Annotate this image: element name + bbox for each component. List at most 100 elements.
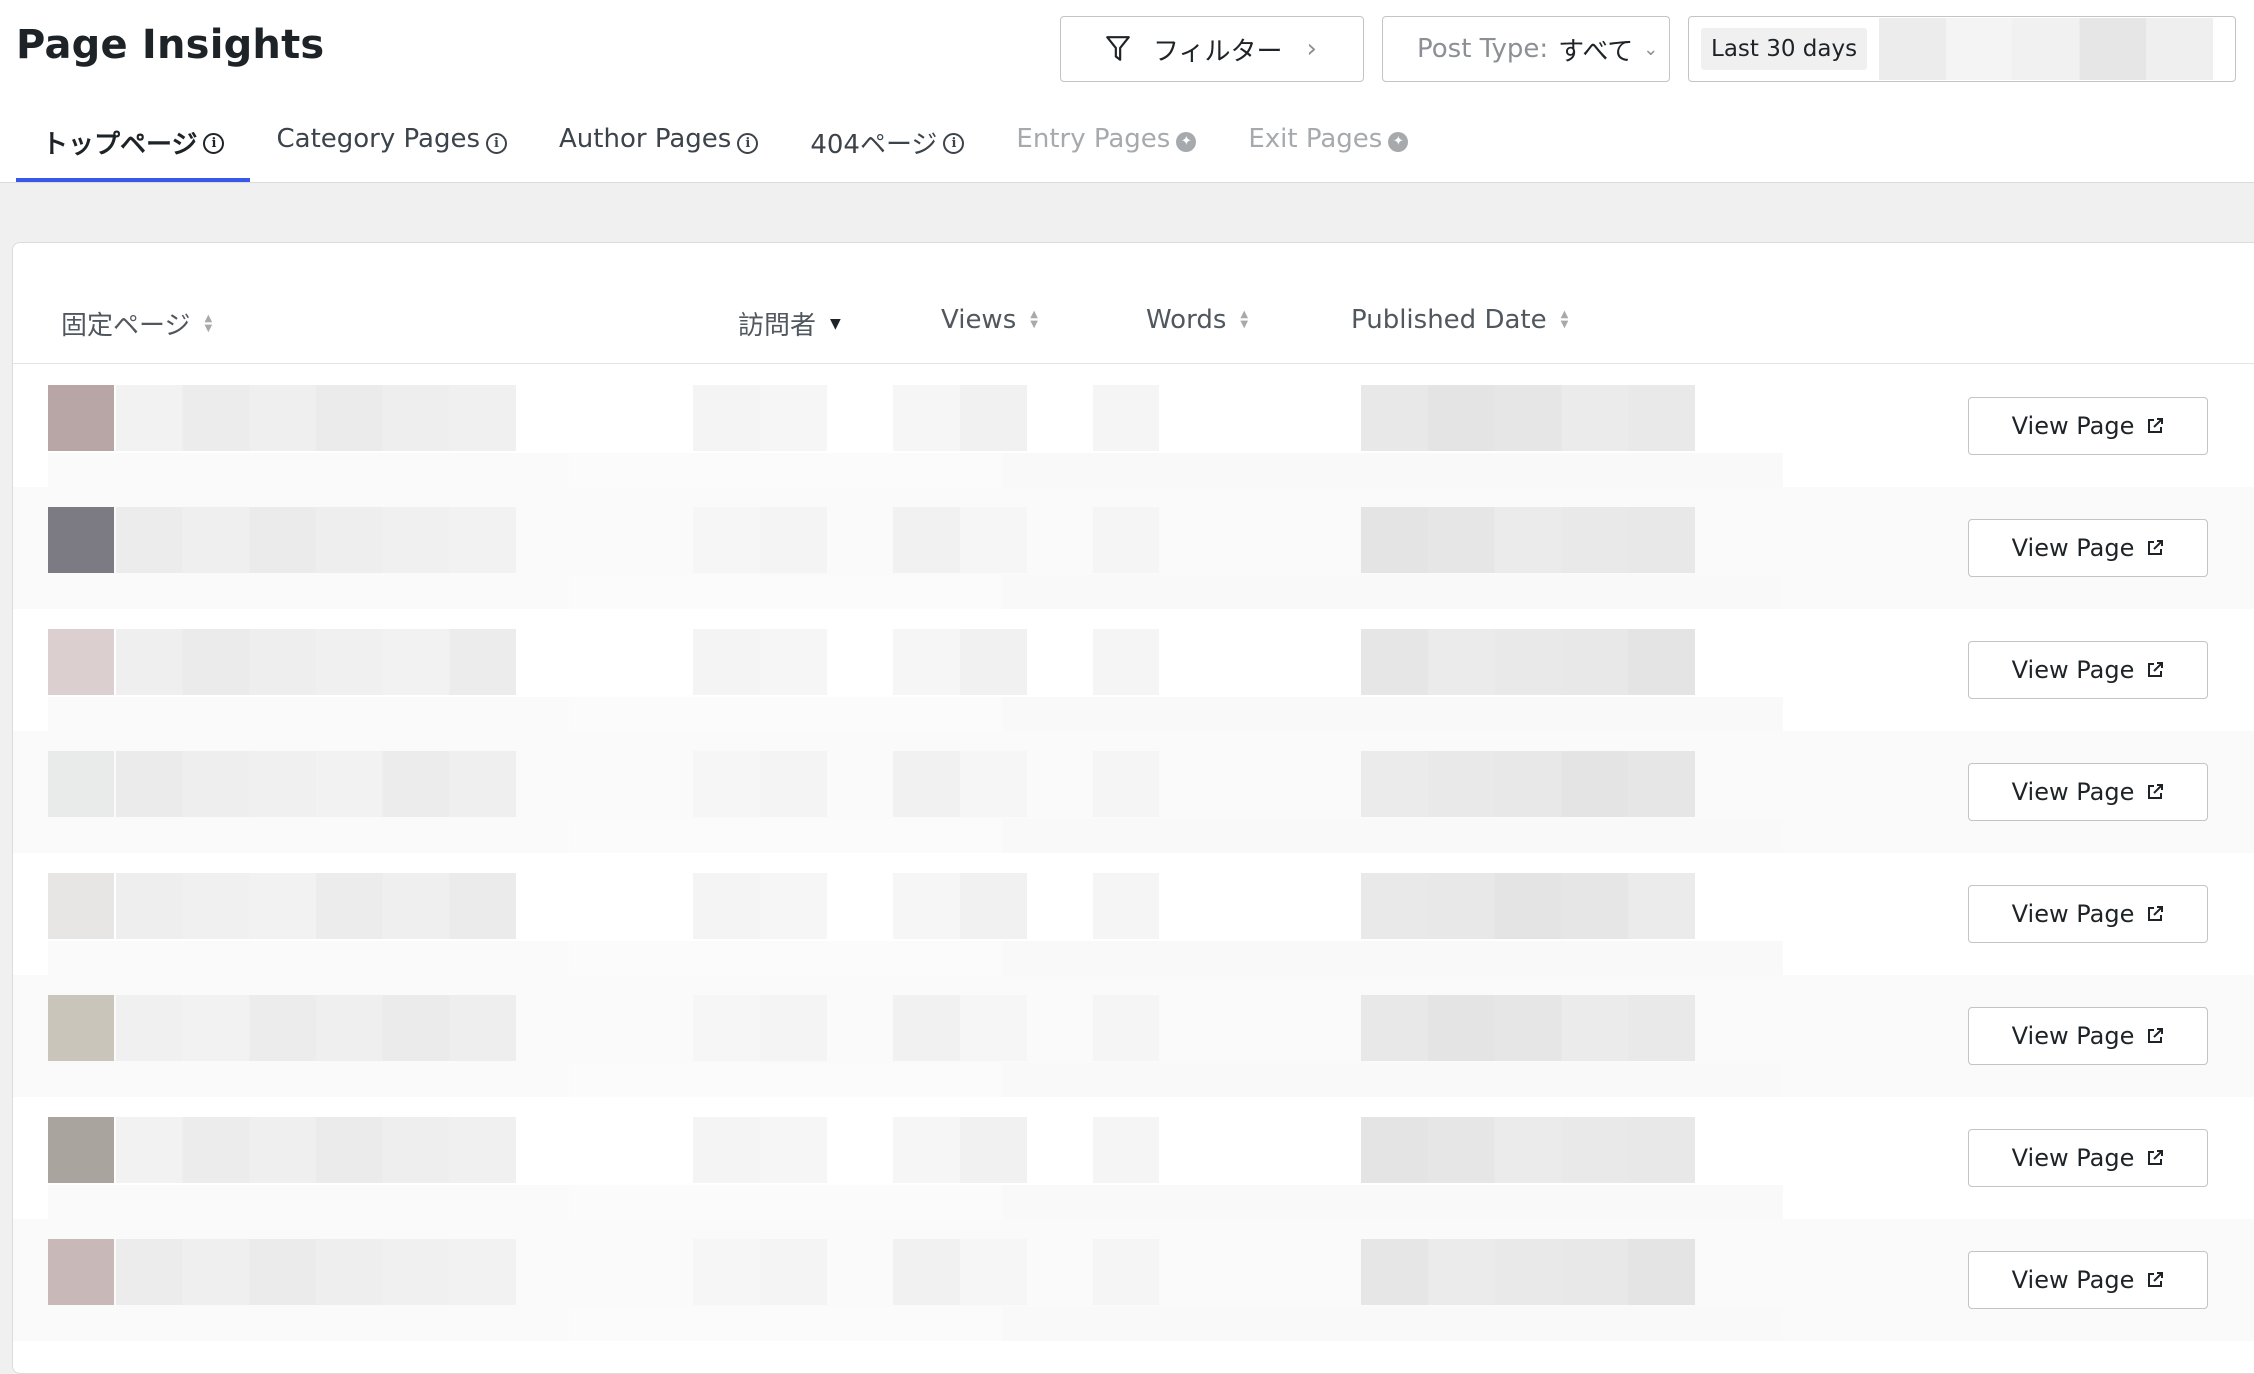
cell-value-redacted (1093, 629, 1159, 695)
tab-label: 404ページ (810, 130, 938, 160)
view-page-button[interactable]: View Page (1968, 397, 2208, 455)
tab-label: トップページ (42, 130, 198, 160)
page-meta-redacted (48, 1063, 1783, 1097)
sort-icon: ▲ ▼ (1030, 309, 1038, 330)
info-icon[interactable]: i (486, 133, 508, 154)
page-title-redacted (116, 751, 516, 817)
date-range-value-redacted (1879, 18, 2214, 80)
column-header-published-date[interactable]: Published Date ▲ ▼ (1351, 305, 1568, 335)
page-meta-redacted (48, 819, 1783, 853)
page-title-redacted (116, 629, 516, 695)
view-page-button[interactable]: View Page (1968, 885, 2208, 943)
page-title: Page Insights (16, 22, 325, 68)
page-meta-redacted (48, 697, 1783, 731)
sort-icon: ▲ ▼ (1560, 309, 1569, 330)
column-header-visitors[interactable]: 訪問者 ▼ (738, 305, 841, 342)
view-page-label: View Page (2011, 778, 2135, 806)
table-row: View Page (13, 609, 2254, 731)
cell-value-redacted (1093, 995, 1159, 1061)
column-header-page[interactable]: 固定ページ ▲ ▼ (61, 305, 212, 342)
tab-entry-pages[interactable]: Entry Pages ✦ (990, 124, 1222, 182)
tab-label: Category Pages (276, 124, 481, 154)
external-link-icon (2148, 662, 2164, 677)
page-thumbnail (48, 507, 114, 573)
tab-top-pages[interactable]: トップページ i (16, 124, 251, 182)
page-title-redacted (116, 995, 516, 1061)
column-header-words[interactable]: Words ▲ ▼ (1146, 305, 1248, 335)
external-link-icon (2148, 1272, 2164, 1287)
page-title-redacted (116, 385, 516, 451)
tab-author-pages[interactable]: Author Pages i (533, 124, 784, 182)
cell-value-redacted (893, 1239, 1027, 1305)
view-page-button[interactable]: View Page (1968, 1007, 2208, 1065)
page-thumbnail (48, 995, 114, 1061)
report-tabs: トップページ i Category Pages i Author Pages i… (16, 124, 1434, 182)
chevron-right-icon: › (1306, 34, 1317, 64)
column-label: Views (941, 305, 1017, 335)
view-page-label: View Page (2011, 1022, 2135, 1050)
sort-icon: ▲ ▼ (204, 312, 213, 334)
view-page-button[interactable]: View Page (1968, 519, 2208, 577)
column-label: Words (1146, 305, 1227, 335)
page-thumbnail (48, 385, 114, 451)
tab-label: Exit Pages (1248, 124, 1383, 154)
filter-label: フィルター (1153, 36, 1283, 67)
table-row: View Page (13, 365, 2254, 487)
tab-exit-pages[interactable]: Exit Pages ✦ (1222, 124, 1434, 182)
cell-value-redacted (1093, 385, 1159, 451)
cell-value-redacted (893, 751, 1027, 817)
info-icon[interactable]: i (203, 133, 225, 154)
post-type-dropdown[interactable]: Post Type: すべて ⌄ (1382, 16, 1670, 82)
tab-404-pages[interactable]: 404ページ i (784, 124, 990, 182)
cell-value-redacted (893, 507, 1027, 573)
cell-value-redacted (1093, 507, 1159, 573)
post-type-label: Post Type: (1417, 34, 1549, 64)
lock-icon: ✦ (1176, 132, 1197, 152)
page-thumbnail (48, 1117, 114, 1183)
tab-label: Entry Pages (1016, 124, 1171, 154)
view-page-label: View Page (2011, 1144, 2135, 1172)
view-page-button[interactable]: View Page (1968, 763, 2208, 821)
chevron-down-icon: ⌄ (1643, 38, 1659, 60)
page-thumbnail (48, 629, 114, 695)
view-page-label: View Page (2011, 900, 2135, 928)
sort-icon: ▲ ▼ (1240, 309, 1249, 330)
cell-value-redacted (1361, 1117, 1695, 1183)
info-icon[interactable]: i (737, 133, 759, 154)
tab-label: Author Pages (559, 124, 732, 154)
page-meta-redacted (48, 941, 1783, 975)
external-link-icon (2148, 540, 2164, 555)
page-title-redacted (116, 507, 516, 573)
post-type-value: すべて (1558, 36, 1634, 67)
external-link-icon (2148, 418, 2164, 433)
view-page-button[interactable]: View Page (1968, 1251, 2208, 1309)
view-page-label: View Page (2011, 656, 2135, 684)
info-icon[interactable]: i (943, 133, 965, 154)
column-header-views[interactable]: Views ▲ ▼ (941, 305, 1038, 335)
cell-value-redacted (1361, 751, 1695, 817)
external-link-icon (2148, 1028, 2164, 1043)
column-label: Published Date (1351, 305, 1547, 335)
view-page-button[interactable]: View Page (1968, 1129, 2208, 1187)
date-range-picker[interactable]: Last 30 days (1688, 16, 2236, 82)
table-row: View Page (13, 853, 2254, 975)
page-thumbnail (48, 873, 114, 939)
column-label: 訪問者 (738, 311, 817, 341)
page-meta-redacted (48, 453, 1783, 487)
top-bar: Page Insights フィルター › Post Type: すべて ⌄ L… (0, 0, 2254, 183)
cell-value-redacted (1361, 385, 1695, 451)
view-page-button[interactable]: View Page (1968, 641, 2208, 699)
tab-category-pages[interactable]: Category Pages i (250, 124, 533, 182)
cell-value-redacted (693, 1117, 827, 1183)
filter-icon (1106, 36, 1130, 61)
page-meta-redacted (48, 575, 1783, 609)
lock-icon: ✦ (1388, 132, 1409, 152)
cell-value-redacted (1361, 629, 1695, 695)
cell-value-redacted (893, 995, 1027, 1061)
cell-value-redacted (693, 1239, 827, 1305)
page-thumbnail (48, 1239, 114, 1305)
view-page-label: View Page (2011, 534, 2135, 562)
page-meta-redacted (48, 1307, 1783, 1341)
cell-value-redacted (693, 629, 827, 695)
filter-button[interactable]: フィルター › (1060, 16, 1364, 82)
